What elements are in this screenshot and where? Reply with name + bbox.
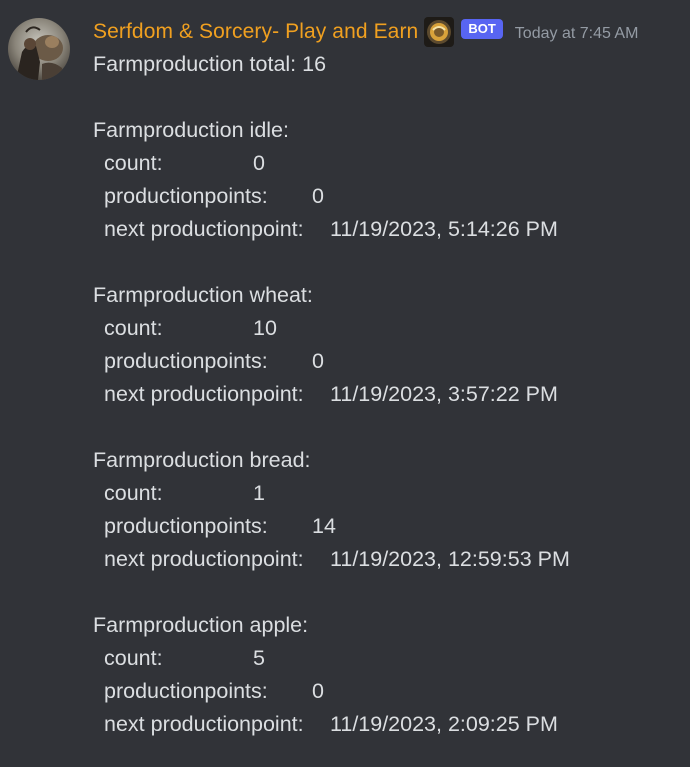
section-title-wheat: Farmproduction wheat: [93,283,313,307]
field-label: count: [104,646,163,670]
field-value: 5 [253,646,265,670]
field-value: 11/19/2023, 3:57:22 PM [330,382,558,406]
field-value: 10 [253,316,277,340]
field-count: count: 0 [93,147,673,180]
field-label: next productionpoint: [104,712,304,736]
field-label: productionpoints: [104,679,268,703]
field-value: 0 [253,151,265,175]
field-value: 11/19/2023, 5:14:26 PM [330,217,558,241]
field-productionpoints: productionpoints: 0 [93,675,673,708]
field-next-productionpoint: next productionpoint: 11/19/2023, 5:14:2… [93,213,673,246]
message-header: Serfdom & Sorcery- Play and Earn BOT Tod… [93,14,638,50]
section-title-apple: Farmproduction apple: [93,613,309,637]
field-value: 11/19/2023, 2:09:25 PM [330,712,558,736]
total-line: Farmproduction total: 16 [93,52,327,76]
field-value: 0 [312,184,324,208]
field-value: 0 [312,679,324,703]
field-value: 14 [312,514,336,538]
field-label: next productionpoint: [104,382,304,406]
field-count: count: 10 [93,312,673,345]
field-label: count: [104,316,163,340]
bot-message: Serfdom & Sorcery- Play and Earn BOT Tod… [0,0,690,767]
avatar-image [8,18,70,80]
field-next-productionpoint: next productionpoint: 11/19/2023, 3:57:2… [93,378,673,411]
field-next-productionpoint: next productionpoint: 11/19/2023, 2:09:2… [93,708,673,741]
field-label: next productionpoint: [104,547,304,571]
field-label: count: [104,481,163,505]
field-count: count: 5 [93,642,673,675]
field-value: 1 [253,481,265,505]
field-label: productionpoints: [104,349,268,373]
section-title-bread: Farmproduction bread: [93,448,311,472]
field-productionpoints: productionpoints: 0 [93,345,673,378]
field-label: productionpoints: [104,184,268,208]
field-label: next productionpoint: [104,217,304,241]
field-value: 0 [312,349,324,373]
timestamp[interactable]: Today at 7:45 AM [515,25,639,43]
field-label: count: [104,151,163,175]
message-content: Farmproduction total: 16 Farmproduction … [93,48,673,741]
field-count: count: 1 [93,477,673,510]
field-label: productionpoints: [104,514,268,538]
username[interactable]: Serfdom & Sorcery- Play and Earn [93,20,418,44]
avatar[interactable] [8,18,70,80]
field-productionpoints: productionpoints: 0 [93,180,673,213]
section-title-idle: Farmproduction idle: [93,118,289,142]
field-next-productionpoint: next productionpoint: 11/19/2023, 12:59:… [93,543,673,576]
bot-badge: BOT [461,19,503,39]
app-emblem-icon [424,17,455,47]
field-value: 11/19/2023, 12:59:53 PM [330,547,570,571]
field-productionpoints: productionpoints: 14 [93,510,673,543]
